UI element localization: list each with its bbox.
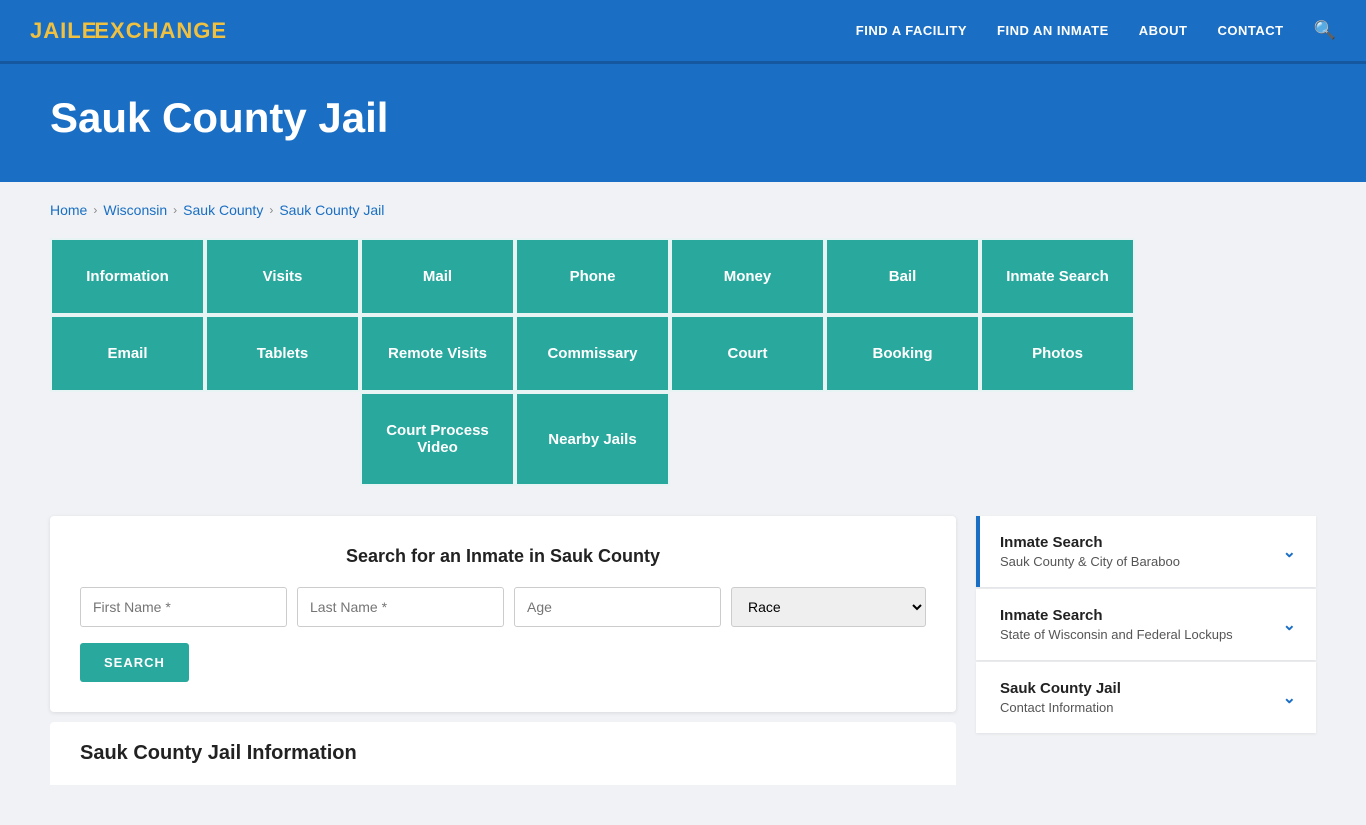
info-section: Sauk County Jail Information (50, 722, 956, 785)
main-wrapper: Home › Wisconsin › Sauk County › Sauk Co… (0, 182, 1366, 825)
breadcrumb-sep-3: › (269, 203, 273, 217)
logo-exchange: EXCHANGE (94, 18, 227, 43)
age-input[interactable] (514, 587, 721, 627)
breadcrumb-sep-1: › (93, 203, 97, 217)
sidebar-item-wisconsin-federal-subtitle: State of Wisconsin and Federal Lockups (1000, 627, 1233, 642)
site-logo[interactable]: JAILEEXCHANGE (30, 18, 227, 44)
sidebar-item-sauk-baraboo-subtitle: Sauk County & City of Baraboo (1000, 554, 1180, 569)
header-search-button[interactable]: 🔍 (1314, 20, 1336, 41)
nav-find-facility[interactable]: FIND A FACILITY (856, 23, 967, 38)
grid-row-2: Email Tablets Remote Visits Commissary C… (50, 315, 1135, 392)
sidebar-item-wisconsin-federal[interactable]: Inmate Search State of Wisconsin and Fed… (976, 589, 1316, 660)
breadcrumb-sauk-county[interactable]: Sauk County (183, 202, 263, 218)
race-select[interactable]: Race White Black Hispanic Asian Native A… (731, 587, 926, 627)
grid-btn-remote-visits[interactable]: Remote Visits (360, 315, 515, 392)
content-area: Search for an Inmate in Sauk County Race… (50, 516, 1316, 785)
breadcrumb-sep-2: › (173, 203, 177, 217)
sidebar: Inmate Search Sauk County & City of Bara… (976, 516, 1316, 733)
info-section-title: Sauk County Jail Information (80, 742, 926, 765)
chevron-down-icon-2: ⌄ (1283, 688, 1296, 708)
grid-btn-money[interactable]: Money (670, 238, 825, 315)
nav-about[interactable]: ABOUT (1139, 23, 1188, 38)
breadcrumb: Home › Wisconsin › Sauk County › Sauk Co… (50, 202, 1316, 218)
grid-btn-information[interactable]: Information (50, 238, 205, 315)
sidebar-item-contact-subtitle: Contact Information (1000, 700, 1121, 715)
grid-btn-mail[interactable]: Mail (360, 238, 515, 315)
left-column: Search for an Inmate in Sauk County Race… (50, 516, 956, 785)
first-name-input[interactable] (80, 587, 287, 627)
breadcrumb-home[interactable]: Home (50, 202, 87, 218)
page-title: Sauk County Jail (50, 94, 1316, 142)
grid-btn-commissary[interactable]: Commissary (515, 315, 670, 392)
grid-row-3: Court Process Video Nearby Jails (360, 392, 670, 486)
grid-btn-court-process-video[interactable]: Court Process Video (360, 392, 515, 486)
main-nav: FIND A FACILITY FIND AN INMATE ABOUT CON… (856, 20, 1336, 41)
grid-btn-email[interactable]: Email (50, 315, 205, 392)
chevron-down-icon-1: ⌄ (1283, 615, 1296, 635)
grid-btn-bail[interactable]: Bail (825, 238, 980, 315)
grid-btn-booking[interactable]: Booking (825, 315, 980, 392)
site-header: JAILEEXCHANGE FIND A FACILITY FIND AN IN… (0, 0, 1366, 64)
search-fields: Race White Black Hispanic Asian Native A… (80, 587, 926, 627)
sidebar-item-contact-title: Sauk County Jail (1000, 680, 1121, 697)
sidebar-item-wisconsin-federal-title: Inmate Search (1000, 607, 1233, 624)
grid-btn-photos[interactable]: Photos (980, 315, 1135, 392)
breadcrumb-wisconsin[interactable]: Wisconsin (103, 202, 167, 218)
sidebar-item-contact-info[interactable]: Sauk County Jail Contact Information ⌄ (976, 662, 1316, 733)
hero-section: Sauk County Jail (0, 64, 1366, 182)
grid-btn-visits[interactable]: Visits (205, 238, 360, 315)
grid-btn-phone[interactable]: Phone (515, 238, 670, 315)
search-button[interactable]: SEARCH (80, 643, 189, 682)
logo-jail: JAIL (30, 18, 82, 43)
inmate-search-box: Search for an Inmate in Sauk County Race… (50, 516, 956, 712)
nav-grid: Information Visits Mail Phone Money Bail… (50, 238, 1316, 486)
grid-btn-court[interactable]: Court (670, 315, 825, 392)
chevron-down-icon-0: ⌄ (1283, 542, 1296, 562)
grid-btn-nearby-jails[interactable]: Nearby Jails (515, 392, 670, 486)
nav-find-inmate[interactable]: FIND AN INMATE (997, 23, 1109, 38)
grid-row-1: Information Visits Mail Phone Money Bail… (50, 238, 1135, 315)
last-name-input[interactable] (297, 587, 504, 627)
sidebar-item-sauk-baraboo-title: Inmate Search (1000, 534, 1180, 551)
search-title: Search for an Inmate in Sauk County (80, 546, 926, 567)
grid-btn-inmate-search[interactable]: Inmate Search (980, 238, 1135, 315)
breadcrumb-sauk-jail[interactable]: Sauk County Jail (279, 202, 384, 218)
sidebar-item-sauk-baraboo[interactable]: Inmate Search Sauk County & City of Bara… (976, 516, 1316, 587)
nav-contact[interactable]: CONTACT (1217, 23, 1283, 38)
grid-btn-tablets[interactable]: Tablets (205, 315, 360, 392)
